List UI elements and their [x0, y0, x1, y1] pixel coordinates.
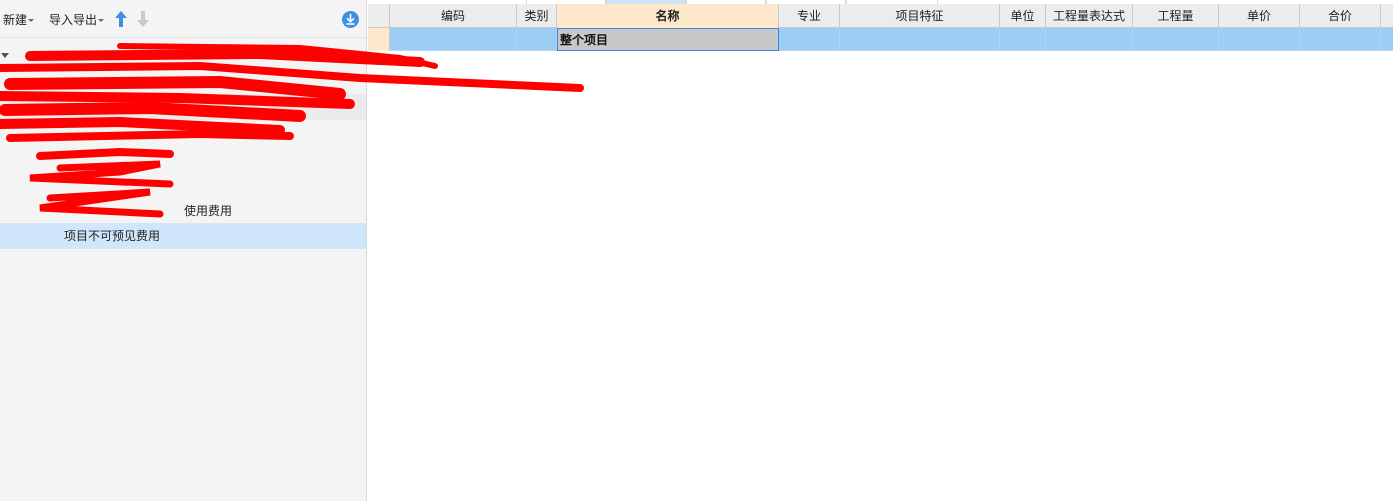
- cell-code[interactable]: [390, 28, 517, 51]
- toolbar: 新建 导入导出: [0, 0, 367, 38]
- col-header-qty[interactable]: 工程量: [1133, 4, 1219, 28]
- col-header-total[interactable]: 合价: [1300, 4, 1381, 28]
- cell-unit[interactable]: [1000, 28, 1046, 51]
- cell-name[interactable]: 整个项目: [557, 28, 779, 51]
- cell-specialty[interactable]: [779, 28, 840, 51]
- col-header-category[interactable]: 类别: [517, 4, 557, 28]
- tree-item[interactable]: [0, 120, 366, 146]
- cell-category[interactable]: [517, 28, 557, 51]
- new-button-label: 新建: [3, 13, 28, 27]
- col-header-features[interactable]: 项目特征: [840, 4, 1000, 28]
- cell-price[interactable]: [1219, 28, 1300, 51]
- arrow-up-icon[interactable]: [113, 10, 129, 28]
- import-export-button[interactable]: 导入导出: [49, 12, 105, 28]
- table-row[interactable]: 整个项目: [368, 28, 1393, 51]
- tree-item-selected[interactable]: 项目不可预见费用: [0, 223, 366, 249]
- col-header-expr[interactable]: 工程量表达式: [1046, 4, 1133, 28]
- tree-item[interactable]: 使用费用: [0, 198, 366, 224]
- col-header-code[interactable]: 编码: [390, 4, 517, 28]
- grid-header: 编码 类别 名称 专业 项目特征 单位 工程量表达式 工程量 单价 合价: [368, 4, 1393, 28]
- cell-qty[interactable]: [1133, 28, 1219, 51]
- tree-item-label: 项目不可预见费用: [64, 229, 161, 243]
- row-header[interactable]: [368, 28, 390, 51]
- tree-item[interactable]: [0, 172, 366, 198]
- chevron-down-icon: [28, 19, 35, 22]
- col-header-price[interactable]: 单价: [1219, 4, 1300, 28]
- caret-down-icon[interactable]: [1, 53, 9, 58]
- import-export-label: 导入导出: [49, 13, 98, 27]
- col-header-specialty[interactable]: 专业: [779, 4, 840, 28]
- cell-expr[interactable]: [1046, 28, 1133, 51]
- new-button[interactable]: 新建: [3, 12, 35, 28]
- left-panel: 新建 导入导出 使用费用 项目不可预见费用: [0, 0, 367, 501]
- cell-features[interactable]: [840, 28, 1000, 51]
- tree-item[interactable]: [0, 42, 366, 68]
- chevron-down-icon: [98, 19, 105, 22]
- col-header-rowhead[interactable]: [368, 4, 390, 28]
- tree-item[interactable]: [0, 146, 366, 172]
- col-header-name[interactable]: 名称: [557, 4, 779, 28]
- download-circle-icon[interactable]: [342, 11, 359, 28]
- tree-item-label: 使用费用: [184, 204, 233, 218]
- cell-total[interactable]: [1300, 28, 1381, 51]
- col-header-unit[interactable]: 单位: [1000, 4, 1046, 28]
- arrow-down-icon[interactable]: [135, 10, 151, 28]
- tree-item[interactable]: [0, 68, 366, 94]
- tree-item[interactable]: [0, 94, 366, 120]
